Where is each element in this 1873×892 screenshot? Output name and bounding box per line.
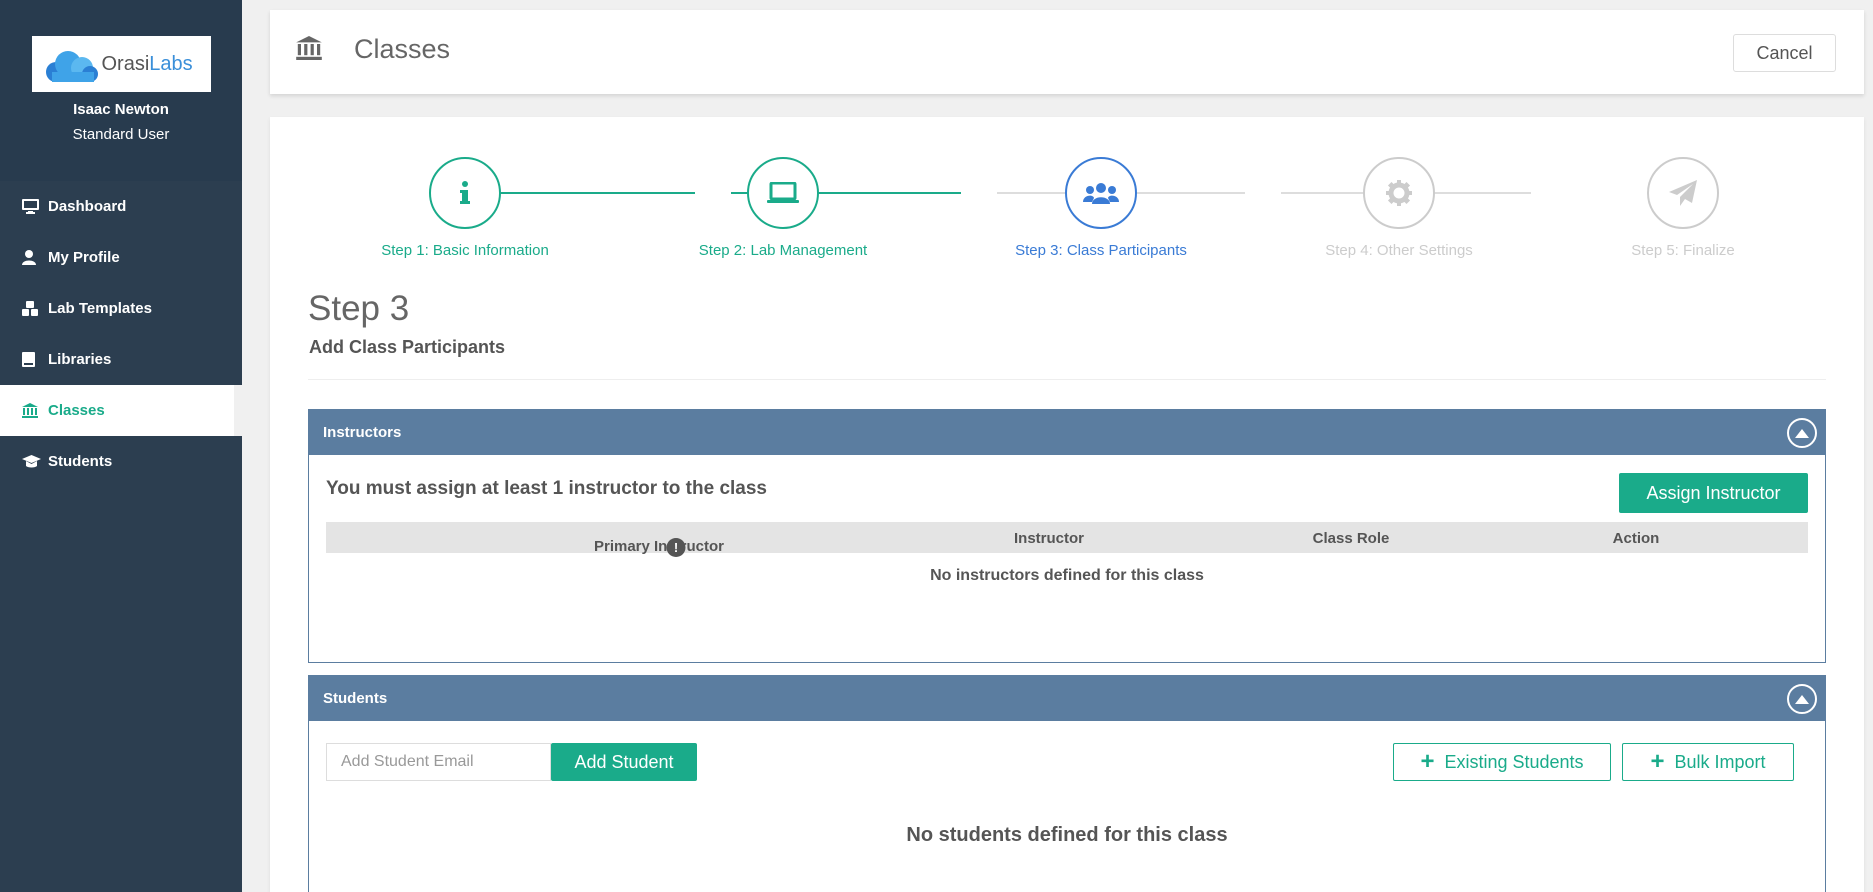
logo-text: OrasiLabs bbox=[101, 53, 193, 75]
sidebar-item-label: Lab Templates bbox=[48, 300, 152, 317]
column-label: Primary Instructor bbox=[593, 538, 725, 555]
step-3-label[interactable]: Step 3: Class Participants bbox=[1015, 242, 1187, 259]
sidebar-item-label: Dashboard bbox=[48, 198, 127, 215]
step-5-circle[interactable] bbox=[1647, 157, 1719, 229]
column-header-action[interactable]: Action bbox=[1613, 530, 1660, 547]
panel-title: Instructors bbox=[323, 424, 402, 441]
instructors-table-header: Primary Instructor! Instructor Class Rol… bbox=[326, 522, 1808, 557]
collapse-instructors-button[interactable] bbox=[1787, 418, 1817, 448]
chevron-up-icon bbox=[1795, 694, 1809, 704]
sidebar-item-label: Classes bbox=[48, 402, 105, 419]
paper-plane-icon bbox=[1669, 180, 1697, 206]
instructors-empty-message: No instructors defined for this class bbox=[930, 567, 1204, 584]
students-panel-header: Students bbox=[309, 676, 1825, 721]
wizard-stepper: Step 1: Basic Information Step 2: Lab Ma… bbox=[270, 117, 1864, 267]
page-title: Classes bbox=[354, 34, 451, 64]
column-header-instructor[interactable]: Instructor bbox=[1014, 530, 1084, 547]
sidebar-item-label: Libraries bbox=[48, 351, 112, 368]
wizard-card: Step 1: Basic Information Step 2: Lab Ma… bbox=[270, 117, 1864, 892]
gear-icon bbox=[1386, 180, 1412, 206]
bank-icon bbox=[22, 403, 42, 418]
step-4-circle[interactable] bbox=[1363, 157, 1435, 229]
info-icon bbox=[460, 181, 470, 204]
add-student-button[interactable]: Add Student bbox=[551, 743, 697, 781]
bank-icon bbox=[296, 36, 322, 65]
step-2-circle[interactable] bbox=[747, 157, 819, 229]
button-label: Existing Students bbox=[1444, 751, 1584, 772]
collapse-students-button[interactable] bbox=[1787, 684, 1817, 714]
step-4-label[interactable]: Step 4: Other Settings bbox=[1325, 242, 1473, 259]
existing-students-button[interactable]: + Existing Students bbox=[1393, 743, 1611, 781]
students-empty-message: No students defined for this class bbox=[906, 824, 1228, 846]
info-circle-icon[interactable]: ! bbox=[666, 538, 686, 557]
sidebar-item-my-profile[interactable]: My Profile bbox=[0, 232, 242, 283]
step-subheading: Add Class Participants bbox=[309, 337, 506, 357]
step-2-label[interactable]: Step 2: Lab Management bbox=[699, 242, 867, 259]
step-3-circle[interactable] bbox=[1065, 157, 1137, 229]
column-header-class-role[interactable]: Class Role bbox=[1313, 530, 1390, 547]
panel-title: Students bbox=[323, 690, 388, 707]
user-role: Standard User bbox=[72, 126, 170, 143]
user-name: Isaac Newton bbox=[73, 101, 169, 118]
sidebar-item-classes[interactable]: Classes bbox=[0, 385, 242, 436]
sidebar-item-label: Students bbox=[48, 453, 113, 470]
logo: OrasiLabs bbox=[31, 36, 211, 92]
sidebar-item-libraries[interactable]: Libraries bbox=[0, 334, 242, 385]
page-header: Classes Cancel bbox=[270, 10, 1864, 94]
cubes-icon bbox=[22, 301, 42, 316]
step-1-circle[interactable] bbox=[429, 157, 501, 229]
cancel-button[interactable]: Cancel bbox=[1733, 34, 1836, 72]
laptop-icon bbox=[767, 182, 799, 203]
step-heading: Step 3 bbox=[308, 289, 410, 328]
sidebar: OrasiLabs Isaac Newton Standard User Das… bbox=[0, 0, 242, 892]
plus-icon: + bbox=[1420, 748, 1435, 775]
book-icon bbox=[22, 352, 42, 367]
user-icon bbox=[22, 250, 42, 265]
graduation-cap-icon bbox=[22, 454, 42, 469]
sidebar-nav: Dashboard My Profile Lab Templates Libra… bbox=[0, 181, 242, 487]
monitor-icon bbox=[22, 199, 42, 214]
assign-instructor-button[interactable]: Assign Instructor bbox=[1619, 473, 1808, 513]
chevron-up-icon bbox=[1795, 428, 1809, 438]
button-label: Bulk Import bbox=[1674, 751, 1766, 772]
student-email-input[interactable] bbox=[326, 743, 551, 781]
sidebar-item-lab-templates[interactable]: Lab Templates bbox=[0, 283, 242, 334]
instructor-requirement-message: You must assign at least 1 instructor to… bbox=[326, 478, 767, 499]
plus-icon: + bbox=[1650, 748, 1665, 775]
students-panel: Students Add Student + Existing Students… bbox=[308, 675, 1826, 892]
instructors-panel-header: Instructors bbox=[309, 410, 1825, 455]
step-1-label[interactable]: Step 1: Basic Information bbox=[381, 242, 549, 259]
users-icon bbox=[1083, 183, 1119, 204]
instructors-panel: Instructors You must assign at least 1 i… bbox=[308, 409, 1826, 663]
divider bbox=[308, 379, 1826, 380]
sidebar-profile: OrasiLabs Isaac Newton Standard User bbox=[0, 0, 242, 181]
sidebar-item-students[interactable]: Students bbox=[0, 436, 242, 487]
sidebar-item-dashboard[interactable]: Dashboard bbox=[0, 181, 242, 232]
cloud-logo-icon bbox=[45, 51, 98, 82]
bulk-import-button[interactable]: + Bulk Import bbox=[1622, 743, 1794, 781]
step-5-label[interactable]: Step 5: Finalize bbox=[1631, 242, 1734, 259]
sidebar-item-label: My Profile bbox=[48, 249, 120, 266]
